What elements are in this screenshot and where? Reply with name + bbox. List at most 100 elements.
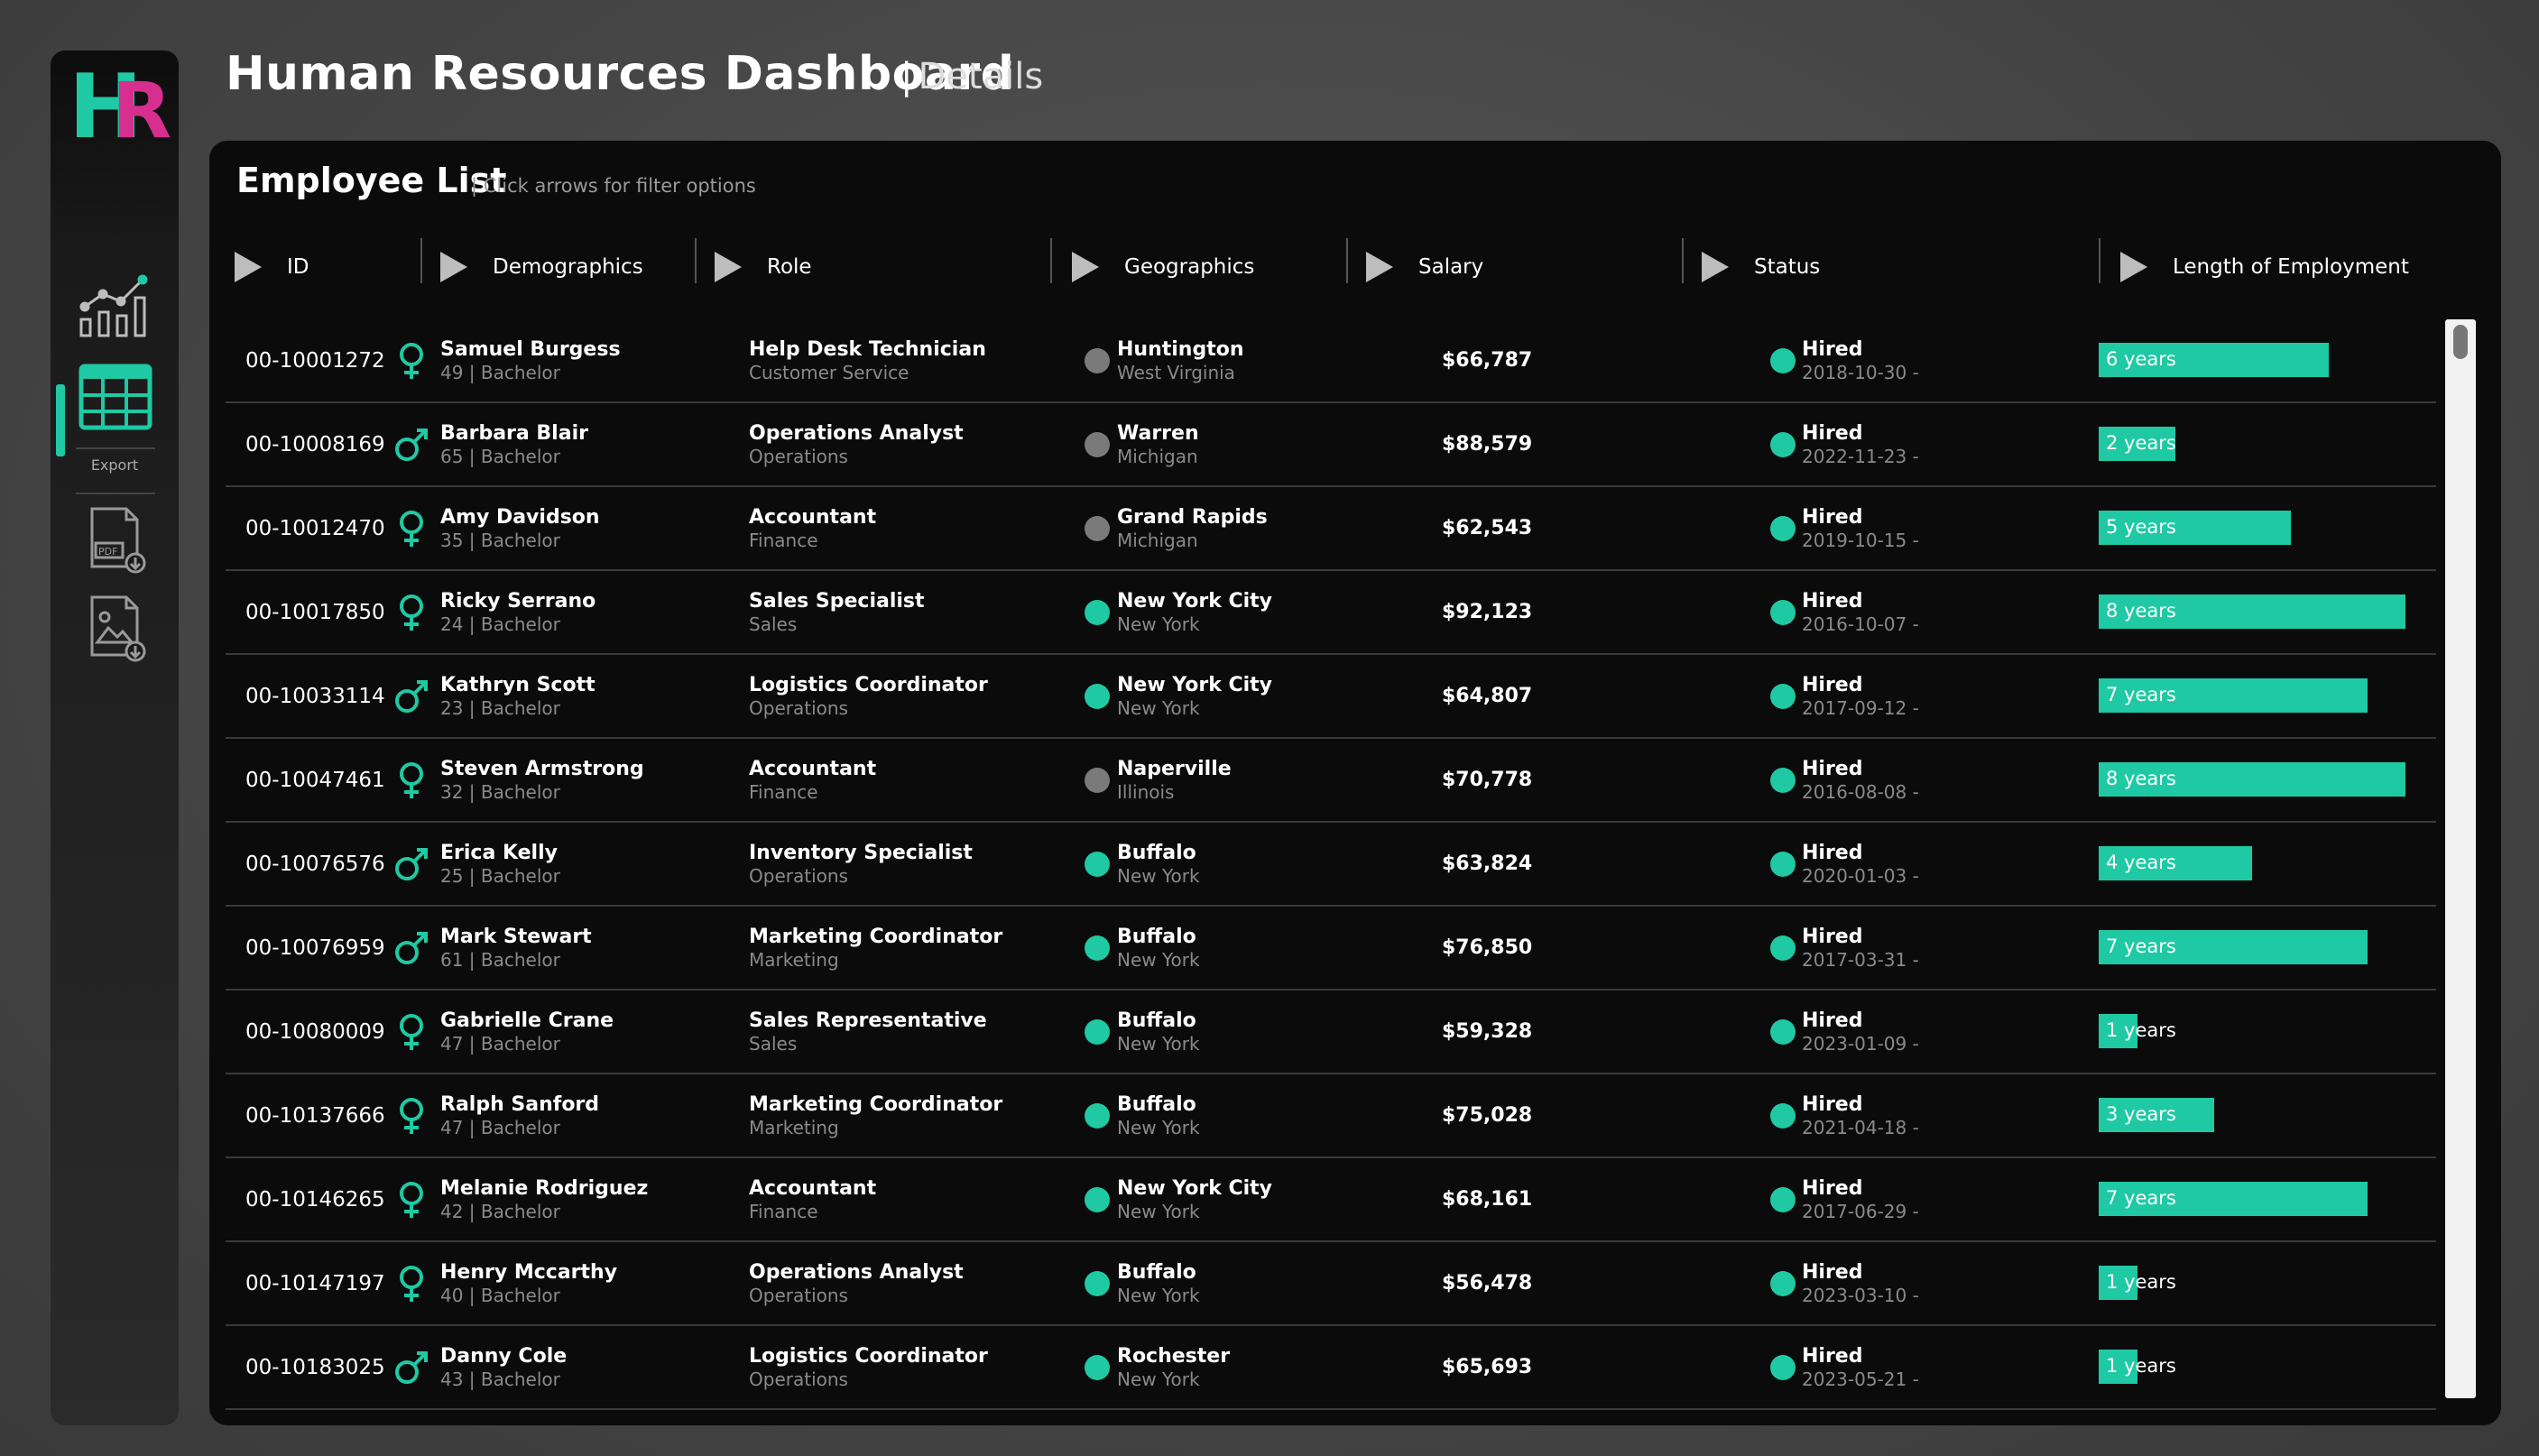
employment-length-bar: 6 years [2099, 343, 2405, 379]
column-header-status[interactable]: Status [1702, 240, 1820, 294]
filter-arrow-icon[interactable] [235, 252, 262, 282]
city: New York City [1117, 589, 1273, 613]
column-separator [1682, 238, 1684, 283]
status-label: Hired [1802, 1176, 1863, 1200]
employee-id: 00-10012470 [245, 516, 385, 540]
filter-arrow-icon[interactable] [715, 252, 742, 282]
column-header-demographics[interactable]: Demographics [440, 240, 643, 294]
demographics-cell: Amy Davidson 35 | Bachelor [440, 487, 600, 569]
status-dot [1770, 348, 1796, 373]
state: West Virginia [1117, 361, 1235, 383]
state: Illinois [1117, 780, 1175, 803]
hire-date: 2017-03-31 - [1802, 948, 1919, 971]
department: Finance [749, 1200, 818, 1222]
table-row[interactable]: 00-10033114 Kathryn Scott 23 | Bachelor Log… [226, 655, 2436, 739]
table-row[interactable]: 00-10076959 Mark Stewart 61 | Bachelor Mark… [226, 907, 2436, 991]
female-icon [392, 341, 431, 381]
employee-id: 00-10137666 [245, 1103, 385, 1128]
page-subtitle: | Details [900, 56, 1044, 97]
location-dot [1085, 516, 1110, 541]
export-label: Export [90, 456, 139, 474]
status-dot [1770, 1019, 1796, 1045]
table-grid-icon[interactable] [78, 361, 153, 433]
hire-date: 2023-01-09 - [1802, 1032, 1919, 1055]
status-dot [1770, 1355, 1796, 1380]
status-dot [1770, 600, 1796, 625]
location-dot [1085, 1019, 1110, 1045]
status-label: Hired [1802, 337, 1863, 361]
status-label: Hired [1802, 589, 1863, 613]
status-cell: Hired 2016-08-08 - [1802, 739, 1919, 821]
salary: $75,028 [1442, 1103, 1533, 1127]
job-title: Accountant [749, 1176, 877, 1200]
department: Sales [749, 613, 798, 635]
job-title: Operations Analyst [749, 421, 964, 445]
role-cell: Sales Specialist Sales [749, 571, 925, 653]
status-cell: Hired 2018-10-30 - [1802, 319, 1919, 401]
table-row[interactable]: 00-10183025 Danny Cole 43 | Bachelor Logist… [226, 1326, 2436, 1410]
sidebar: H R Export PDF [51, 51, 179, 1425]
image-export-icon[interactable] [78, 592, 153, 664]
column-header-length-of-employment[interactable]: Length of Employment [2120, 240, 2409, 294]
job-title: Help Desk Technician [749, 337, 986, 361]
employment-length-bar: 7 years [2099, 930, 2405, 966]
city: Buffalo [1117, 841, 1196, 864]
geographics-cell: Rochester New York [1117, 1326, 1230, 1408]
sidebar-divider [76, 447, 155, 449]
status-label: Hired [1802, 673, 1863, 696]
age-education: 61 | Bachelor [440, 948, 560, 971]
employee-id: 00-10147197 [245, 1271, 385, 1295]
table-row[interactable]: 00-10012470 Amy Davidson 35 | Bachelor Acco… [226, 487, 2436, 571]
filter-arrow-icon[interactable] [2120, 252, 2147, 282]
column-header-id[interactable]: ID [235, 240, 309, 294]
status-cell: Hired 2017-03-31 - [1802, 907, 1919, 989]
employee-id: 00-10008169 [245, 432, 385, 456]
status-cell: Hired 2023-03-10 - [1802, 1242, 1919, 1324]
role-cell: Accountant Finance [749, 739, 876, 821]
table-row[interactable]: 00-10146265 Melanie Rodriguez 42 | Bachelo… [226, 1158, 2436, 1242]
table-scrollbar[interactable] [2445, 319, 2476, 1398]
female-icon [392, 760, 431, 800]
filter-arrow-icon[interactable] [1366, 252, 1393, 282]
table-row[interactable]: 00-10137666 Ralph Sanford 47 | Bachelor Mar… [226, 1074, 2436, 1158]
table-row[interactable]: 00-10080009 Gabrielle Crane 47 | Bachelor S… [226, 991, 2436, 1074]
salary: $68,161 [1442, 1187, 1533, 1211]
status-dot [1770, 684, 1796, 709]
filter-arrow-icon[interactable] [1072, 252, 1099, 282]
table-row[interactable]: 00-10047461 Steven Armstrong 32 | Bachelor… [226, 739, 2436, 823]
city: Buffalo [1117, 1092, 1196, 1116]
employment-length-bar: 7 years [2099, 678, 2405, 714]
table-row[interactable]: 00-10001272 Samuel Burgess 49 | Bachelor He… [226, 319, 2436, 403]
employee-name: Melanie Rodriguez [440, 1176, 649, 1200]
table-row[interactable]: 00-10008169 Barbara Blair 65 | Bachelor Ope… [226, 403, 2436, 487]
column-header-salary[interactable]: Salary [1366, 240, 1483, 294]
employment-length-bar: 1 years [2099, 1350, 2405, 1386]
scrollbar-thumb[interactable] [2453, 325, 2468, 359]
female-icon [392, 509, 431, 548]
role-cell: Logistics Coordinator Operations [749, 655, 988, 737]
filter-arrow-icon[interactable] [1702, 252, 1729, 282]
age-education: 47 | Bachelor [440, 1032, 560, 1055]
column-separator [1050, 238, 1052, 283]
table-row[interactable]: 00-10017850 Ricky Serrano 24 | Bachelor Sal… [226, 571, 2436, 655]
employment-length-bar: 8 years [2099, 594, 2405, 631]
column-header-role[interactable]: Role [715, 240, 812, 294]
hire-date: 2016-08-08 - [1802, 780, 1919, 803]
state: Michigan [1117, 445, 1198, 467]
location-dot [1085, 348, 1110, 373]
city: Buffalo [1117, 1260, 1196, 1284]
state: New York [1117, 1116, 1200, 1138]
city: Rochester [1117, 1344, 1231, 1368]
job-title: Accountant [749, 505, 877, 529]
salary: $65,693 [1442, 1355, 1533, 1378]
column-header-geographics[interactable]: Geographics [1072, 240, 1254, 294]
department: Marketing [749, 1116, 839, 1138]
filter-arrow-icon[interactable] [440, 252, 467, 282]
table-row[interactable]: 00-10147197 Henry Mccarthy 40 | Bachelor Op… [226, 1242, 2436, 1326]
table-row[interactable]: 00-10076576 Erica Kelly 25 | Bachelor Inven… [226, 823, 2436, 907]
salary: $64,807 [1442, 684, 1533, 707]
line-chart-icon[interactable] [78, 267, 153, 339]
pdf-export-icon[interactable]: PDF [78, 503, 153, 576]
geographics-cell: Buffalo New York [1117, 1074, 1200, 1157]
age-education: 43 | Bachelor [440, 1368, 560, 1390]
